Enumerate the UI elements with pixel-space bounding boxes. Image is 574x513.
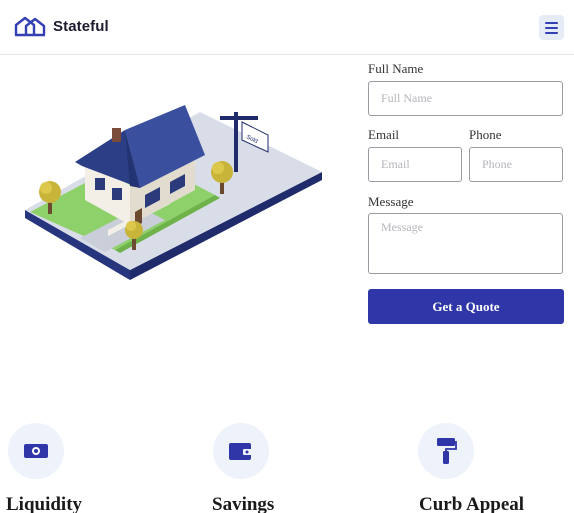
top-navigation-bar: Stateful (0, 0, 574, 55)
full-name-input[interactable] (368, 81, 563, 116)
feature-title-curb-appeal: Curb Appeal (419, 494, 525, 513)
cash-icon (8, 423, 64, 479)
feature-title-savings: Savings (212, 494, 275, 513)
get-a-quote-button[interactable]: Get a Quote (368, 289, 564, 324)
message-textarea[interactable] (368, 213, 563, 274)
house-outline-icon (13, 15, 47, 37)
phone-label: Phone (469, 127, 502, 142)
phone-input[interactable] (469, 147, 563, 182)
message-label: Message (368, 194, 414, 209)
hamburger-menu-icon[interactable] (539, 15, 564, 40)
house-illustration: Sold (20, 100, 330, 280)
full-name-label: Full Name (368, 61, 424, 76)
brand-logo-link[interactable]: Stateful (13, 12, 109, 40)
feature-title-liquidity: Liquidity (6, 494, 83, 513)
email-input[interactable] (368, 147, 462, 182)
wallet-icon (213, 423, 269, 479)
paint-roller-icon (418, 423, 474, 479)
brand-name: Stateful (53, 17, 109, 35)
email-label: Email (368, 127, 400, 142)
